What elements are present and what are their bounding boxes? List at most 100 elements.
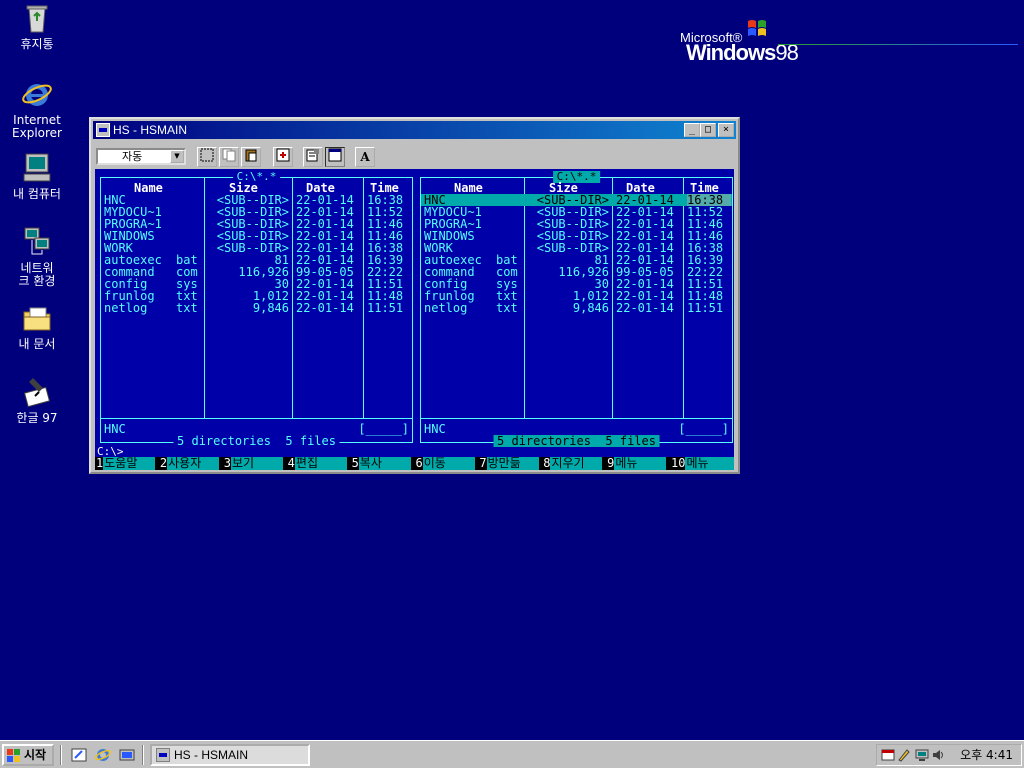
function-key-label: 메뉴 <box>614 457 667 470</box>
properties-icon <box>306 149 319 162</box>
fullscreen-icon <box>276 148 290 162</box>
window-titlebar[interactable]: HS - HSMAIN _ □ × <box>93 121 736 139</box>
channels-icon[interactable] <box>118 746 136 764</box>
function-key-number: 10 <box>671 456 686 470</box>
function-key-8[interactable]: 8 지우기 <box>542 457 606 470</box>
function-key-2[interactable]: 2 사용자 <box>159 457 223 470</box>
function-key-1[interactable]: 1 도움말 <box>95 457 159 470</box>
windows-flag-icon <box>748 20 766 36</box>
maximize-button[interactable]: □ <box>700 123 716 137</box>
windows98-logo: Microsoft® Windows98 <box>678 18 1018 68</box>
copy-icon <box>222 148 236 162</box>
hs-app-icon[interactable] <box>96 123 110 137</box>
function-key-bar: 1 도움말 2 사용자 3 보기 4 편집 5 복사 6 이동 7 방만듦 8 지우기 9 메뉴 10 메뉴 <box>95 457 734 470</box>
left-panel-summary: 5 directories 5 files <box>173 435 340 447</box>
desktop-icon-internet-explorer[interactable]: Internet Explorer <box>4 78 70 140</box>
file-ext: txt <box>496 301 518 315</box>
fullscreen-tool-button[interactable] <box>273 147 293 167</box>
desktop-icon-label: 한글 97 <box>16 411 58 425</box>
file-time: 11:51 <box>687 301 724 315</box>
function-key-label: 도움말 <box>103 457 156 470</box>
right-file-list[interactable]: HNC <SUB--DIR> 22-01-14 16:38 MYDOCU~1 <SUB--… <box>421 194 732 314</box>
hs-window[interactable]: HS - HSMAIN _ □ × 자동 ▼ A C:\*.* Name Siz… <box>89 117 740 474</box>
column-header-name[interactable]: Name <box>454 182 483 194</box>
left-file-list[interactable]: HNC <SUB--DIR> 22-01-14 16:38 MYDOCU~1 <SUB--… <box>101 194 412 314</box>
mark-tool-button[interactable] <box>197 147 217 167</box>
taskbar-button-hsmain[interactable]: HS - HSMAIN <box>150 744 310 766</box>
column-header-name[interactable]: Name <box>134 182 163 194</box>
desktop-icon-label: 내 컴퓨터 <box>13 187 61 201</box>
function-key-9[interactable]: 9 메뉴 <box>606 457 670 470</box>
desktop-icon-my-documents[interactable]: 내 문서 <box>4 302 70 351</box>
left-info-box: [_____] <box>358 422 409 436</box>
show-desktop-icon[interactable] <box>70 746 88 764</box>
edit-icon[interactable] <box>897 748 911 762</box>
desktop-icon-recycle-bin[interactable]: 휴지통 <box>4 2 70 51</box>
desktop-icon-network[interactable]: 네트워크 환경 <box>4 226 70 288</box>
hs-app-icon <box>156 748 170 762</box>
internet-explorer-icon[interactable] <box>94 746 112 764</box>
function-key-label: 메뉴 <box>685 457 734 470</box>
copy-tool-button[interactable] <box>219 147 239 167</box>
taskbar-clock[interactable]: 오후 4:41 <box>960 745 1013 765</box>
system-tray: 오후 4:41 <box>876 744 1022 766</box>
dos-screen[interactable]: C:\*.* Name Size Date Time HNC <SUB--DIR>… <box>95 169 734 470</box>
file-time: 11:51 <box>367 301 404 315</box>
file-row[interactable]: netlog txt 9,846 22-01-14 11:51 <box>421 302 732 314</box>
taskbar-divider <box>142 745 144 765</box>
right-info-box: [_____] <box>678 422 729 436</box>
function-key-number: 8 <box>543 456 551 470</box>
file-row[interactable]: netlog txt 9,846 22-01-14 11:51 <box>101 302 412 314</box>
file-row[interactable]: command com 116,926 99-05-05 22:22 <box>421 266 732 278</box>
font-size-combo[interactable]: 자동 ▼ <box>96 148 186 165</box>
font-size-combo-value: 자동 <box>122 150 143 163</box>
function-key-number: 2 <box>159 456 168 470</box>
desktop-icon-label: 네트워크 환경 <box>18 261 56 288</box>
paste-tool-button[interactable] <box>241 147 261 167</box>
desktop-icon-label: 휴지통 <box>20 37 54 51</box>
function-key-4[interactable]: 4 편집 <box>287 457 351 470</box>
close-button[interactable]: × <box>718 123 734 137</box>
logo-windows-word: Windows <box>686 40 776 65</box>
window-toolbar: 자동 ▼ A <box>93 143 736 167</box>
function-key-number: 7 <box>479 456 487 470</box>
font-tool-button[interactable]: A <box>355 147 375 167</box>
properties-tool-button[interactable] <box>303 147 323 167</box>
right-current-file: HNC <box>424 422 446 436</box>
desktop-icon-my-computer[interactable]: 내 컴퓨터 <box>4 152 70 201</box>
file-row[interactable]: command com 116,926 99-05-05 22:22 <box>101 266 412 278</box>
right-file-panel[interactable]: C:\*.* Name Size Date Time HNC <SUB--DIR>… <box>420 171 733 447</box>
desktop-icon-hangul-97[interactable]: 한글 97 <box>4 376 70 425</box>
paste-icon <box>245 149 257 162</box>
file-date: 22-01-14 <box>616 301 674 315</box>
scheduler-icon[interactable] <box>881 748 895 762</box>
display-settings-icon[interactable] <box>915 748 929 762</box>
panel-footer-separator <box>421 418 732 419</box>
file-size: 9,846 <box>572 301 609 315</box>
left-file-panel[interactable]: C:\*.* Name Size Date Time HNC <SUB--DIR>… <box>100 171 413 447</box>
desktop-icon-label: 내 문서 <box>18 337 56 351</box>
internet-explorer-icon <box>21 78 53 110</box>
function-key-6[interactable]: 6 이동 <box>414 457 478 470</box>
volume-icon[interactable] <box>931 748 945 762</box>
taskbar: 시작 HS - HSMAIN 오후 4:41 <box>0 740 1024 768</box>
chevron-down-icon[interactable]: ▼ <box>170 150 184 163</box>
hangul-97-icon <box>21 376 53 408</box>
function-key-number: 6 <box>415 456 423 470</box>
minimize-button[interactable]: _ <box>684 123 700 137</box>
window-title: HS - HSMAIN <box>113 123 188 137</box>
start-label: 시작 <box>24 748 47 762</box>
function-key-7[interactable]: 7 방만듦 <box>478 457 542 470</box>
start-button[interactable]: 시작 <box>2 744 54 766</box>
function-key-5[interactable]: 5 복사 <box>351 457 415 470</box>
taskbar-button-label: HS - HSMAIN <box>174 748 249 762</box>
function-key-label: 사용자 <box>167 457 220 470</box>
windows-flag-icon <box>7 749 20 762</box>
taskbar-divider <box>60 745 62 765</box>
file-name: netlog <box>104 301 148 315</box>
function-key-number: 4 <box>287 456 295 470</box>
function-key-3[interactable]: 3 보기 <box>223 457 287 470</box>
function-key-label: 복사 <box>358 457 411 470</box>
background-tool-button[interactable] <box>325 147 345 167</box>
function-key-10[interactable]: 10 메뉴 <box>670 457 734 470</box>
